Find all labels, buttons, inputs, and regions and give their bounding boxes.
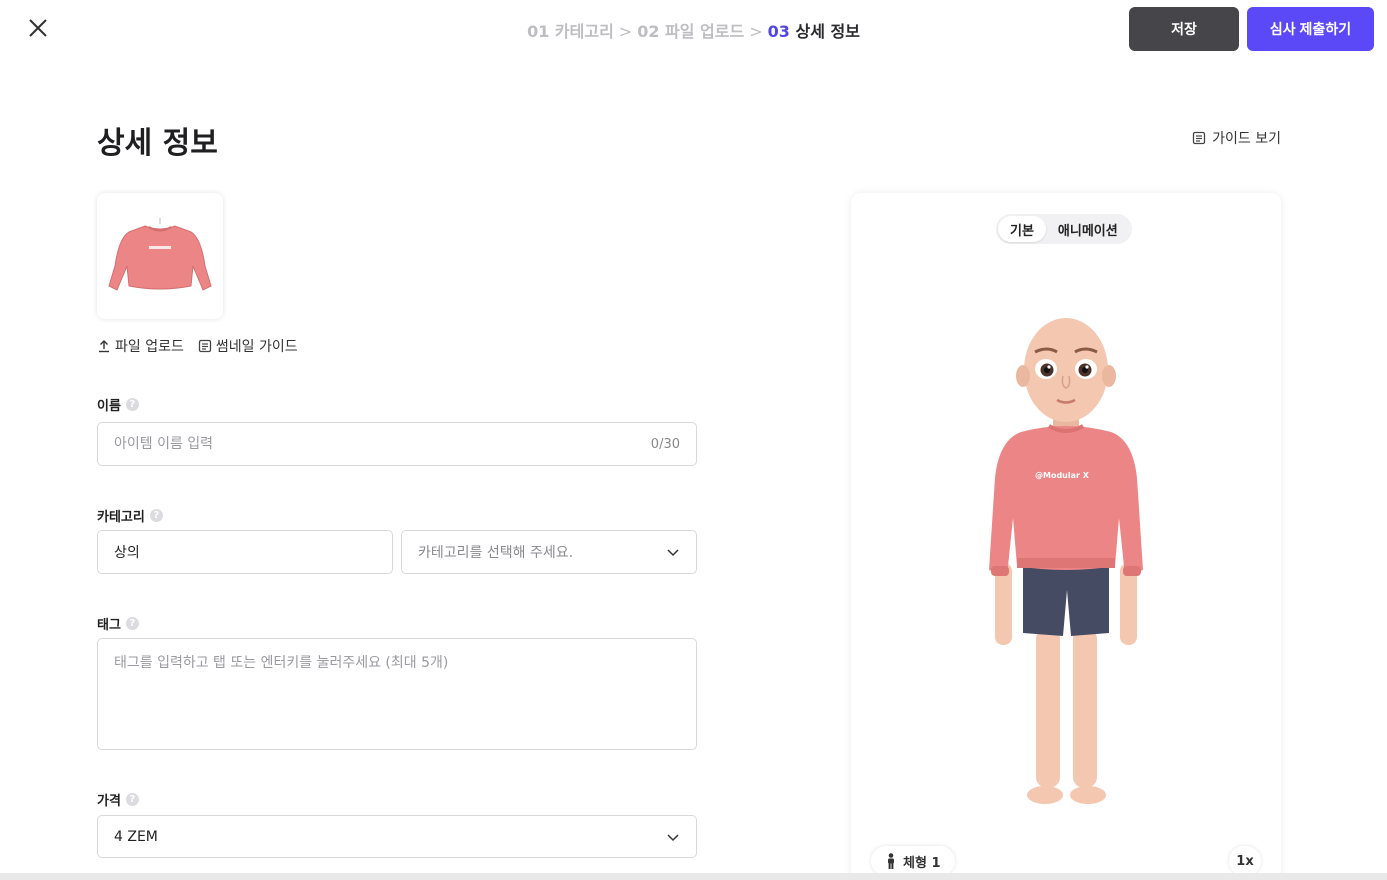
save-button[interactable]: 저장 xyxy=(1129,7,1239,51)
breadcrumb-step-1[interactable]: 01 카테고리 xyxy=(527,22,614,41)
avatar-preview-panel: 기본 애니메이션 @Modular X 체형 1 1x xyxy=(851,193,1281,880)
name-char-counter: 0/30 xyxy=(650,436,680,452)
category-secondary-select[interactable]: 카테고리를 선택해 주세요. xyxy=(401,530,697,574)
category-secondary-placeholder: 카테고리를 선택해 주세요. xyxy=(418,545,574,561)
price-select[interactable]: 4 ZEM xyxy=(97,815,697,858)
breadcrumb-step-3: 03 상세 정보 xyxy=(767,22,860,41)
help-icon[interactable]: ? xyxy=(125,793,139,806)
preview-mode-toggle: 기본 애니메이션 xyxy=(996,214,1132,244)
page-title: 상세 정보 xyxy=(97,126,218,161)
document-icon xyxy=(198,339,212,353)
chevron-down-icon xyxy=(667,833,679,841)
name-field: 0/30 xyxy=(97,422,697,466)
shirt-print-text: @Modular X xyxy=(1035,471,1090,480)
thumbnail-preview[interactable] xyxy=(97,193,223,319)
name-label: 이름 ? xyxy=(97,395,139,414)
submit-review-button[interactable]: 심사 제출하기 xyxy=(1247,7,1374,51)
help-icon[interactable]: ? xyxy=(149,509,163,522)
chevron-down-icon xyxy=(667,549,679,557)
name-input[interactable] xyxy=(114,436,643,452)
tab-animation[interactable]: 애니메이션 xyxy=(1046,216,1130,242)
upload-icon xyxy=(99,340,109,353)
horizontal-scrollbar[interactable] xyxy=(0,873,1387,880)
help-icon[interactable]: ? xyxy=(125,398,139,411)
file-upload-button[interactable]: 파일 업로드 xyxy=(97,336,184,356)
avatar-model: @Modular X xyxy=(989,318,1143,804)
thumbnail-guide-button[interactable]: 썸네일 가이드 xyxy=(198,336,298,356)
body-type-button[interactable]: 체형 1 xyxy=(871,846,955,876)
avatar-viewer[interactable]: @Modular X xyxy=(981,308,1151,822)
playback-speed-button[interactable]: 1x xyxy=(1229,846,1261,876)
help-icon[interactable]: ? xyxy=(125,617,139,630)
tag-input[interactable] xyxy=(114,652,680,732)
category-label: 카테고리 ? xyxy=(97,506,163,525)
breadcrumb-separator: > xyxy=(749,22,763,41)
breadcrumb-step-2[interactable]: 02 파일 업로드 xyxy=(637,22,744,41)
category-primary-field: 상의 xyxy=(97,530,393,574)
document-icon xyxy=(1192,131,1206,145)
tag-field xyxy=(97,638,697,750)
guide-link[interactable]: 가이드 보기 xyxy=(1192,128,1281,148)
tag-label: 태그 ? xyxy=(97,614,139,633)
tab-basic[interactable]: 기본 xyxy=(998,216,1046,242)
thumbnail-actions: 파일 업로드 썸네일 가이드 xyxy=(97,336,298,356)
person-icon xyxy=(888,853,894,869)
sweatshirt-thumbnail-image xyxy=(108,218,212,291)
price-value: 4 ZEM xyxy=(114,828,158,845)
category-primary-value: 상의 xyxy=(114,545,140,561)
price-label: 가격 ? xyxy=(97,790,139,809)
breadcrumb-separator: > xyxy=(618,22,633,41)
